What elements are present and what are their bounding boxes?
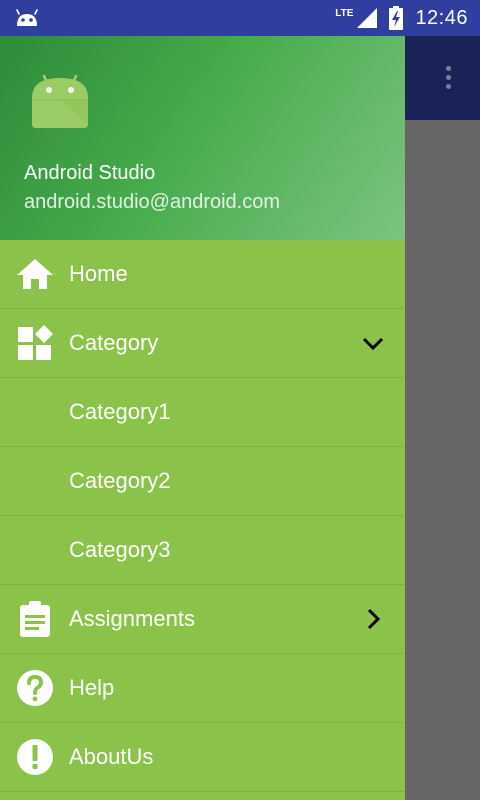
menu-item-label: Category2 <box>69 468 171 493</box>
menu-item-help[interactable]: Help <box>0 654 405 723</box>
widgets-icon <box>16 324 54 362</box>
menu-item-assignments[interactable]: Assignments <box>0 585 405 654</box>
drawer-header: Android Studio android.studio@android.co… <box>0 36 405 240</box>
menu-item-home[interactable]: Home <box>0 240 405 309</box>
network-type-label: LTE <box>335 7 354 19</box>
info-icon <box>16 738 54 776</box>
chevron-down-icon[interactable] <box>361 331 385 355</box>
menu-item-label: Help <box>69 675 115 700</box>
menu-item-category3[interactable]: Category3 <box>0 516 405 585</box>
app-toolbar <box>405 36 480 120</box>
menu-item-label: AboutUs <box>69 744 154 769</box>
android-icon <box>16 9 38 26</box>
status-bar: LTE 12:46 <box>0 0 480 36</box>
menu-item-label: Assignments <box>69 606 195 631</box>
chevron-right-icon[interactable] <box>361 607 385 631</box>
menu-item-aboutus[interactable]: AboutUs <box>0 723 405 792</box>
menu-item-label: Home <box>69 261 128 286</box>
menu-item-category2[interactable]: Category2 <box>0 447 405 516</box>
menu-item-label: Category1 <box>69 399 171 424</box>
battery-charging-icon <box>389 6 404 30</box>
menu-item-category1[interactable]: Category1 <box>0 378 405 447</box>
navigation-drawer: Android Studio android.studio@android.co… <box>0 36 405 800</box>
user-email: android.studio@android.com <box>24 191 281 213</box>
menu-item-label: Category3 <box>69 537 171 562</box>
android-avatar-icon <box>32 74 88 128</box>
drawer-scrim[interactable] <box>405 120 480 800</box>
clock: 12:46 <box>415 6 468 29</box>
home-icon <box>16 255 54 293</box>
help-icon <box>16 669 54 707</box>
signal-icon <box>357 8 378 28</box>
clipboard-icon <box>16 600 54 638</box>
user-name: Android Studio <box>24 162 156 184</box>
overflow-menu-icon[interactable] <box>446 66 452 90</box>
menu-item-label: Category <box>69 330 159 355</box>
menu-item-category[interactable]: Category <box>0 309 405 378</box>
